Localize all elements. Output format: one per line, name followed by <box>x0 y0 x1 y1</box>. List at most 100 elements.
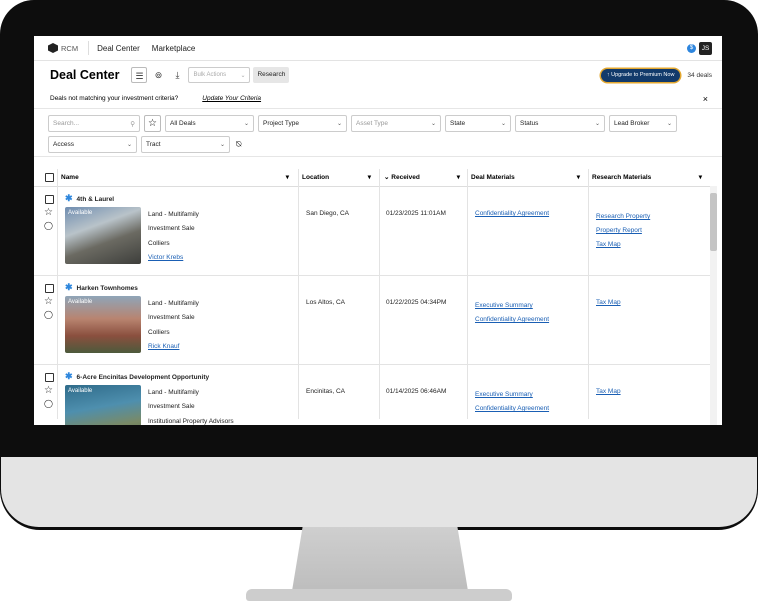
deal-type: Land - Multifamily <box>148 300 199 307</box>
tract-select[interactable]: Tract ⌄ <box>141 136 230 153</box>
deal-material-link[interactable]: Confidentiality Agreement <box>475 313 549 327</box>
row-checkbox[interactable] <box>45 284 54 293</box>
scrollbar-thumb[interactable] <box>710 193 717 251</box>
location: Los Altos, CA <box>306 299 346 306</box>
table-row[interactable]: ☆ ◯ ✱ 6-Acre Encinitas Development Opport… <box>34 365 710 425</box>
project-type-select[interactable]: Project Type ⌄ <box>258 115 347 132</box>
row-checkbox[interactable] <box>45 373 54 382</box>
column-name-label: Name <box>61 173 79 181</box>
sort-caret-icon: ▾ <box>367 174 371 181</box>
nav-divider <box>88 41 90 55</box>
deal-name[interactable]: ✱ 4th & Laurel <box>65 193 114 204</box>
broker: Institutional Property Advisors <box>148 417 234 425</box>
column-location[interactable]: Location ▾ <box>302 173 379 182</box>
list-view-button[interactable]: ☰ <box>131 67 148 83</box>
snowflake-icon: ✱ <box>65 371 73 381</box>
agent-link[interactable]: Victor Krebs <box>148 251 199 265</box>
deal-name[interactable]: ✱ 6-Acre Encinitas Development Opportunit… <box>65 371 209 382</box>
column-deal-materials[interactable]: Deal Materials ▾ <box>471 173 588 182</box>
deal-details: Land - Multifamily Investment Sale Insti… <box>148 386 234 425</box>
deal-material-link[interactable]: Executive Summary <box>475 299 549 313</box>
asset-type-select[interactable]: Asset Type ⌄ <box>351 115 441 132</box>
access-select[interactable]: Access ⌄ <box>48 136 137 153</box>
property-thumbnail[interactable]: Available <box>65 385 141 425</box>
column-received-label: Received <box>391 174 420 181</box>
received-date: 01/22/2025 04:34PM <box>386 299 447 306</box>
clear-filters-icon[interactable]: ⍉ <box>236 139 241 150</box>
comment-icon[interactable]: ◯ <box>44 310 53 319</box>
star-icon[interactable]: ☆ <box>44 385 53 396</box>
research-material-link[interactable]: Tax Map <box>596 388 621 395</box>
table-row[interactable]: ☆ ◯ ✱ Harken Townhomes Available Land - M… <box>34 276 710 365</box>
column-name[interactable]: Name ▾ <box>61 173 297 182</box>
property-thumbnail[interactable]: Available <box>65 207 141 264</box>
table-row[interactable]: ☆ ◯ ✱ 4th & Laurel Available Land - Multi… <box>34 187 710 276</box>
download-button[interactable]: ⤓ <box>169 67 185 83</box>
status-badge: Available <box>68 210 93 216</box>
research-materials: Research Property Property Report Tax Ma… <box>596 210 650 252</box>
star-icon[interactable]: ☆ <box>44 207 53 218</box>
deal-material-link[interactable]: Executive Summary <box>475 388 549 402</box>
deal-type: Land - Multifamily <box>148 211 199 218</box>
nav-deal-center[interactable]: Deal Center <box>97 44 140 53</box>
chevron-down-icon: ⌄ <box>594 121 600 127</box>
map-view-button[interactable]: ⊚ <box>150 67 166 83</box>
update-criteria-link[interactable]: Update Your Criteria <box>202 95 261 102</box>
chevron-down-icon: ⌄ <box>500 121 506 127</box>
row-checkbox[interactable] <box>45 195 54 204</box>
research-button[interactable]: Research <box>253 67 290 83</box>
research-material-link[interactable]: Tax Map <box>596 238 650 252</box>
star-icon[interactable]: ☆ <box>44 296 53 307</box>
deal-materials: Executive Summary Confidentiality Agreem… <box>475 299 549 327</box>
coin-icon[interactable]: $ <box>687 43 696 53</box>
close-icon[interactable]: × <box>703 94 708 104</box>
property-thumbnail[interactable]: Available <box>65 296 141 353</box>
upgrade-button[interactable]: ↑ Upgrade to Premium Now <box>600 68 681 82</box>
column-deal-materials-label: Deal Materials <box>471 173 515 181</box>
sort-caret-icon: ▾ <box>456 174 460 181</box>
deal-material-link[interactable]: Confidentiality Agreement <box>475 210 549 217</box>
lead-broker-select[interactable]: Lead Broker ⌄ <box>609 115 677 132</box>
column-received[interactable]: ⌄ Received ▾ <box>384 173 468 181</box>
favorites-filter-button[interactable]: ☆ <box>144 115 161 132</box>
chevron-down-icon: ⌄ <box>666 121 672 127</box>
chevron-down-icon: ⌄ <box>240 72 246 79</box>
table-header: Name ▾ Location ▾ ⌄ Received ▾ Deal Materia… <box>34 169 710 187</box>
all-deals-label: All Deals <box>170 120 196 127</box>
deal-details: Land - Multifamily Investment Sale Colli… <box>148 297 199 354</box>
comment-icon[interactable]: ◯ <box>44 399 53 408</box>
sort-caret-icon: ▾ <box>698 174 702 181</box>
app-screen: RCM Deal Center Marketplace $ JS Deal Ce… <box>34 36 722 425</box>
deal-name[interactable]: ✱ Harken Townhomes <box>65 282 138 293</box>
column-research-materials[interactable]: Research Materials ▾ <box>592 173 710 182</box>
page-header: Deal Center ☰ ⊚ ⤓ Bulk Actions ⌄ Research… <box>34 61 722 89</box>
sale-type: Investment Sale <box>148 314 195 322</box>
state-select[interactable]: State ⌄ <box>445 115 511 132</box>
chevron-down-icon: ⌄ <box>430 121 436 127</box>
research-materials: Tax Map <box>596 388 621 395</box>
bulk-actions-select[interactable]: Bulk Actions ⌄ <box>188 67 251 83</box>
comment-icon[interactable]: ◯ <box>44 221 53 230</box>
research-material-link[interactable]: Research Property <box>596 210 650 224</box>
all-deals-select[interactable]: All Deals ⌄ <box>165 115 254 132</box>
search-input[interactable]: Search... ⚲ <box>48 115 140 132</box>
avatar[interactable]: JS <box>699 41 712 55</box>
criteria-message: Deals not matching your investment crite… <box>50 95 179 102</box>
logo[interactable]: RCM <box>48 43 78 53</box>
research-material-link[interactable]: Tax Map <box>596 299 621 306</box>
state-label: State <box>450 120 466 127</box>
deal-name-text: 6-Acre Encinitas Development Opportunity <box>76 374 210 381</box>
sort-caret-icon: ▾ <box>576 174 580 181</box>
deal-material-link[interactable]: Confidentiality Agreement <box>475 402 549 416</box>
nav-marketplace[interactable]: Marketplace <box>152 44 196 53</box>
location: Encinitas, CA <box>306 388 346 395</box>
page-title: Deal Center <box>50 68 120 82</box>
research-material-link[interactable]: Property Report <box>596 224 650 238</box>
status-select[interactable]: Status ⌄ <box>515 115 605 132</box>
chevron-down-icon: ⌄ <box>126 142 132 148</box>
map-pin-icon: ⊚ <box>154 70 163 80</box>
tract-label: Tract <box>146 141 161 148</box>
status-label: Status <box>520 120 539 127</box>
select-all-checkbox[interactable] <box>45 173 54 182</box>
agent-link[interactable]: Rick Knauf <box>148 340 199 354</box>
